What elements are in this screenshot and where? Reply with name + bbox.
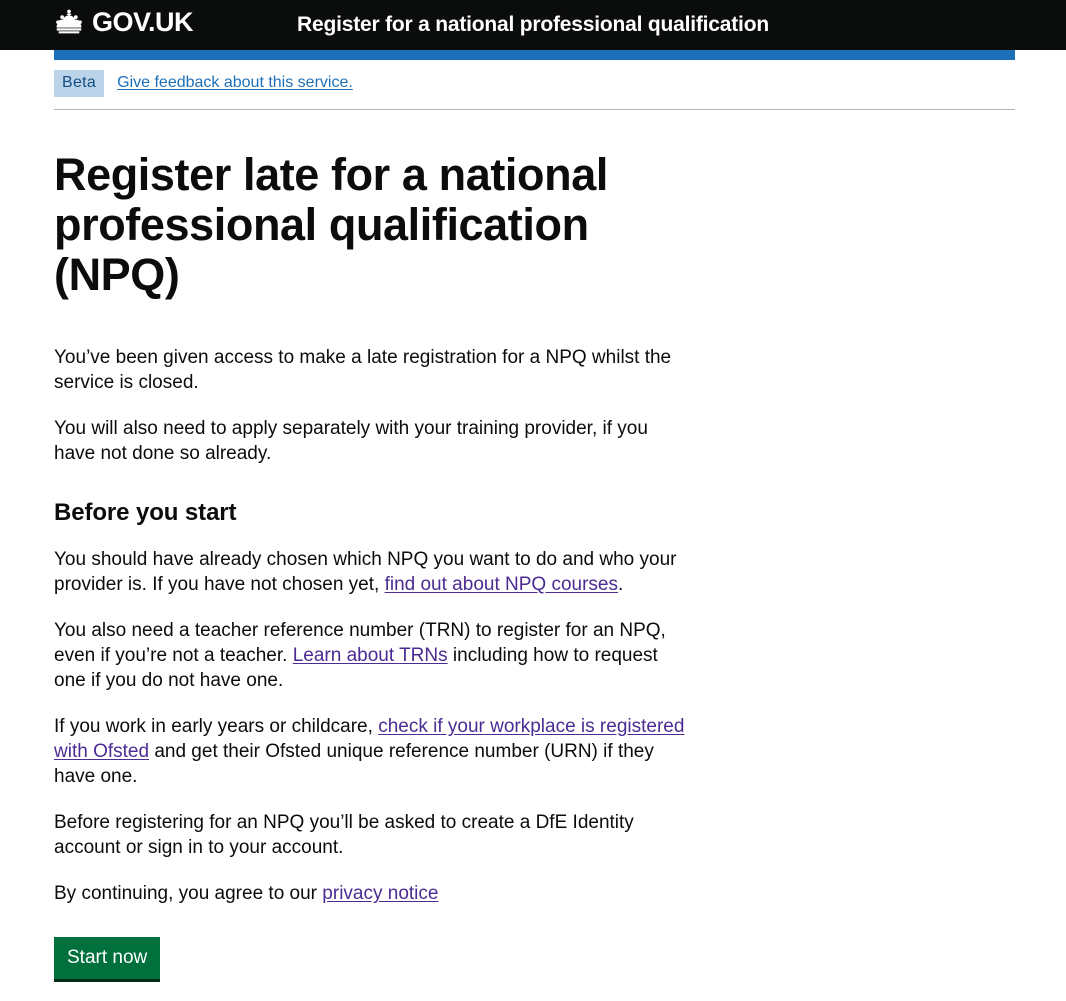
paragraph-ofsted-prefix: If you work in early years or childcare, xyxy=(54,716,379,737)
phase-banner-text: Give feedback about this service. xyxy=(117,73,353,93)
phase-banner-container: Beta Give feedback about this service. xyxy=(54,60,1015,110)
paragraph-npq-courses: You should have already chosen which NPQ… xyxy=(54,547,687,597)
feedback-link[interactable]: Give feedback about this service. xyxy=(117,74,353,91)
learn-about-trns-link[interactable]: Learn about TRNs xyxy=(293,645,448,666)
header-inner: GOV.UK Register for a national professio… xyxy=(0,0,1066,50)
paragraph-trn: You also need a teacher reference number… xyxy=(54,618,687,693)
npq-courses-link[interactable]: find out about NPQ courses xyxy=(385,574,618,595)
privacy-notice-link[interactable]: privacy notice xyxy=(322,883,438,904)
main-content: Register late for a national professiona… xyxy=(54,110,1015,982)
status-badge: Beta xyxy=(54,70,105,97)
paragraph-ofsted: If you work in early years or childcare,… xyxy=(54,714,687,789)
paragraph-npq-courses-suffix: . xyxy=(618,574,624,595)
intro-paragraph-1: You’ve been given access to make a late … xyxy=(54,347,672,393)
paragraph-dfe-identity: Before registering for an NPQ you’ll be … xyxy=(54,812,634,858)
page-title: Register late for a national professiona… xyxy=(54,149,608,300)
paragraph-privacy: By continuing, you agree to our privacy … xyxy=(54,881,687,906)
content-column: Register late for a national professiona… xyxy=(54,150,687,982)
section-heading-before-you-start: Before you start xyxy=(54,499,237,526)
phase-banner-blue-bar xyxy=(54,50,1015,60)
service-name-link[interactable]: Register for a national professional qua… xyxy=(0,11,1066,39)
paragraph-privacy-prefix: By continuing, you agree to our xyxy=(54,883,323,904)
site-header: GOV.UK Register for a national professio… xyxy=(0,0,1066,50)
intro-paragraph-2: You will also need to apply separately w… xyxy=(54,418,648,464)
phase-banner: Beta Give feedback about this service. xyxy=(54,60,1015,110)
start-now-button[interactable]: Start now xyxy=(54,937,161,982)
